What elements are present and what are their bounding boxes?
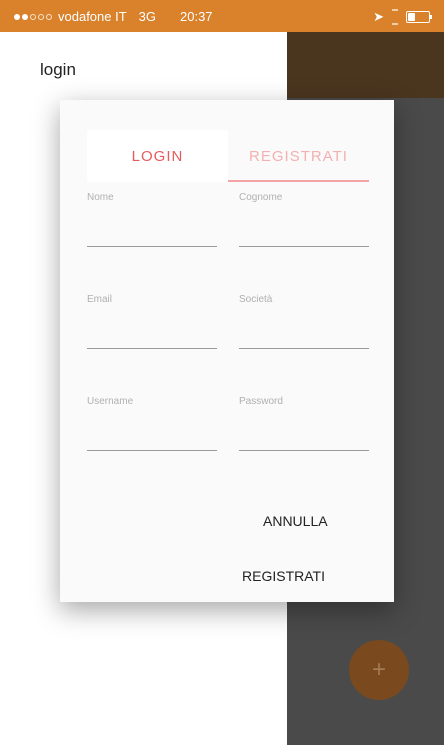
page-title: login bbox=[40, 60, 76, 79]
nome-label: Nome bbox=[87, 192, 114, 203]
cognome-field: Cognome bbox=[239, 192, 373, 252]
status-bar: vodafone IT 3G 20:37 ➤ bbox=[0, 0, 444, 32]
password-underline bbox=[239, 450, 369, 451]
status-time: 20:37 bbox=[180, 9, 213, 24]
cognome-input[interactable] bbox=[239, 212, 373, 244]
bluetooth-icon bbox=[392, 9, 398, 25]
username-field: Username bbox=[87, 396, 221, 456]
nome-underline bbox=[87, 246, 217, 247]
password-field: Password bbox=[239, 396, 373, 456]
side-pane-header bbox=[287, 32, 444, 98]
battery-icon bbox=[406, 11, 432, 23]
cognome-underline bbox=[239, 246, 369, 247]
network-type: 3G bbox=[138, 9, 156, 24]
username-label: Username bbox=[87, 396, 134, 407]
tab-indicator bbox=[228, 180, 369, 182]
email-label: Email bbox=[87, 294, 113, 305]
plus-icon: + bbox=[371, 656, 386, 683]
tab-bar: LOGIN REGISTRATI bbox=[87, 130, 369, 182]
signal-strength: vodafone IT 3G bbox=[14, 9, 156, 24]
password-label: Password bbox=[239, 396, 283, 407]
societa-underline bbox=[239, 348, 369, 349]
add-button[interactable]: + bbox=[349, 640, 409, 700]
nome-field: Nome bbox=[87, 192, 221, 252]
username-input[interactable] bbox=[87, 416, 221, 448]
nome-input[interactable] bbox=[87, 212, 221, 244]
register-dialog: LOGIN REGISTRATI Nome Cognome Email Soci… bbox=[60, 100, 394, 602]
status-indicators: ➤ bbox=[373, 9, 432, 25]
register-button[interactable]: REGISTRATI bbox=[236, 567, 331, 585]
cancel-button[interactable]: ANNULLA bbox=[257, 512, 334, 530]
email-input[interactable] bbox=[87, 314, 221, 346]
tab-registrati[interactable]: REGISTRATI bbox=[228, 130, 369, 182]
societa-input[interactable] bbox=[239, 314, 373, 346]
carrier-name: vodafone IT bbox=[58, 9, 127, 24]
email-field: Email bbox=[87, 294, 221, 354]
email-underline bbox=[87, 348, 217, 349]
location-icon: ➤ bbox=[373, 9, 384, 24]
signal-icon bbox=[14, 13, 52, 20]
societa-label: Società bbox=[239, 294, 273, 305]
cognome-label: Cognome bbox=[239, 192, 283, 203]
password-input[interactable] bbox=[239, 416, 373, 448]
societa-field: Società bbox=[239, 294, 373, 354]
username-underline bbox=[87, 450, 217, 451]
tab-login[interactable]: LOGIN bbox=[87, 130, 228, 182]
